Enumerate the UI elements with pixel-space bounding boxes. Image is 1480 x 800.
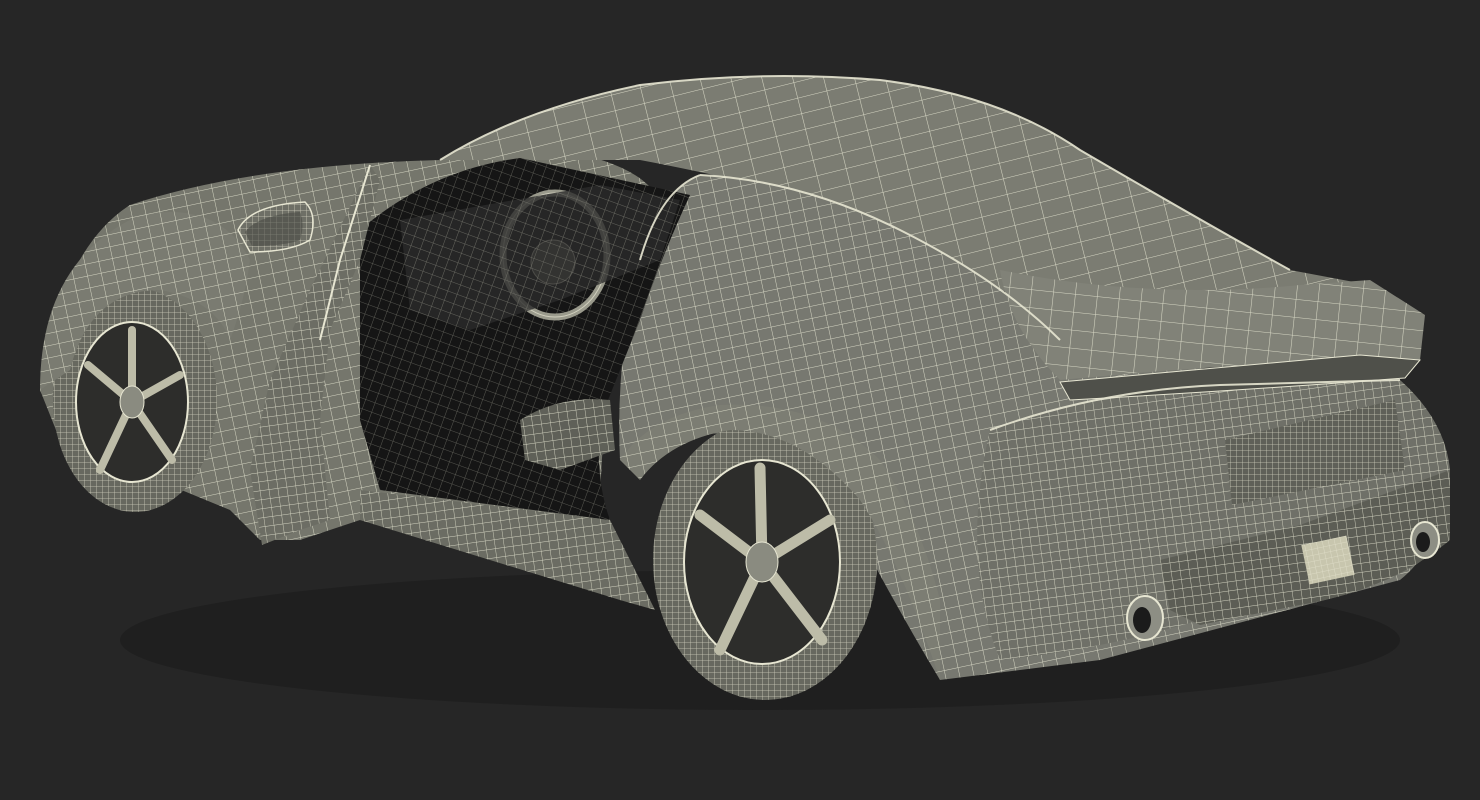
exhaust-right <box>1410 521 1440 559</box>
car-wireframe-render <box>40 75 1450 710</box>
exhaust-left <box>1126 595 1164 641</box>
render-viewport <box>0 0 1480 800</box>
